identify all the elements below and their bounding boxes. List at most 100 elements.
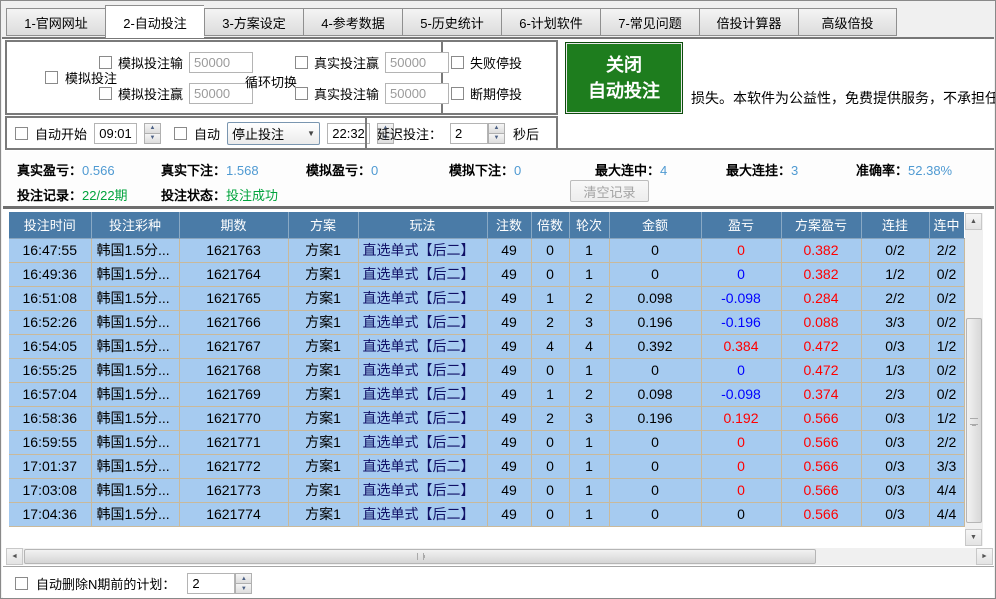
cell-streak_lose: 0/3 <box>861 430 929 454</box>
stop-action-select[interactable]: 停止投注 ▼ <box>227 122 320 145</box>
delay-input[interactable] <box>450 123 488 144</box>
cell-time: 16:47:55 <box>9 238 91 262</box>
checkbox-icon[interactable] <box>451 56 464 69</box>
tab-7[interactable]: 7-常见问题 <box>600 8 699 36</box>
column-header[interactable]: 注数 <box>487 212 531 238</box>
cell-multiple: 4 <box>531 334 569 358</box>
checkbox-icon[interactable] <box>15 127 28 140</box>
sim-lose-input[interactable] <box>189 52 253 73</box>
break-stop-row[interactable]: 断期停投 <box>451 81 522 106</box>
table-row[interactable]: 16:47:55韩国1.5分...1621763方案1直选单式【后二】49010… <box>9 238 964 262</box>
scroll-down-icon[interactable]: ▼ <box>965 529 982 546</box>
real-win-input[interactable] <box>385 52 449 73</box>
table-row[interactable]: 16:49:36韩国1.5分...1621764方案1直选单式【后二】49010… <box>9 262 964 286</box>
cell-plan_profit: 0.472 <box>781 358 861 382</box>
table-row[interactable]: 16:58:36韩国1.5分...1621770方案1直选单式【后二】49230… <box>9 406 964 430</box>
column-header[interactable]: 盈亏 <box>701 212 781 238</box>
cell-round: 3 <box>569 310 609 334</box>
cell-plan: 方案1 <box>288 406 358 430</box>
table-row[interactable]: 16:54:05韩国1.5分...1621767方案1直选单式【后二】49440… <box>9 334 964 358</box>
horizontal-scrollbar[interactable]: ◄ ► <box>6 548 993 565</box>
cell-lottery: 韩国1.5分... <box>91 310 179 334</box>
table-row[interactable]: 16:51:08韩国1.5分...1621765方案1直选单式【后二】49120… <box>9 286 964 310</box>
scroll-right-icon[interactable]: ► <box>976 548 993 565</box>
spinner-up-icon[interactable]: ▲ <box>144 123 161 134</box>
table-row[interactable]: 17:03:08韩国1.5分...1621773方案1直选单式【后二】49010… <box>9 478 964 502</box>
table-row[interactable]: 17:01:37韩国1.5分...1621772方案1直选单式【后二】49010… <box>9 454 964 478</box>
sim-win-input[interactable] <box>189 83 253 104</box>
checkbox-icon[interactable] <box>295 87 308 100</box>
tab-4[interactable]: 4-参考数据 <box>303 8 402 36</box>
real-lose-input[interactable] <box>385 83 449 104</box>
cell-period: 1621765 <box>179 286 288 310</box>
start-time-input[interactable] <box>94 123 137 144</box>
auto-delete-input[interactable] <box>187 573 235 594</box>
start-time-spinner[interactable]: ▲▼ <box>144 123 161 144</box>
tab-8[interactable]: 倍投计算器 <box>699 8 798 36</box>
column-header[interactable]: 玩法 <box>358 212 487 238</box>
horizontal-scroll-thumb[interactable] <box>24 549 816 564</box>
tab-5[interactable]: 5-历史统计 <box>402 8 501 36</box>
cell-bets: 49 <box>487 310 531 334</box>
scroll-up-icon[interactable]: ▲ <box>965 213 982 230</box>
disclaimer-text: 损失。本软件为公益性，免费提供服务，不承担任何资金问题 <box>691 88 996 108</box>
auto-delete-spinner[interactable]: ▲▼ <box>235 573 252 594</box>
table-row[interactable]: 17:04:36韩国1.5分...1621774方案1直选单式【后二】49010… <box>9 502 964 526</box>
checkbox-icon[interactable] <box>451 87 464 100</box>
cell-amount: 0.098 <box>609 382 701 406</box>
scroll-grip-icon <box>970 418 978 425</box>
sim-bet-value: 0 <box>514 163 521 178</box>
tab-3[interactable]: 3-方案设定 <box>204 8 303 36</box>
cell-streak_lose: 0/3 <box>861 454 929 478</box>
cell-multiple: 0 <box>531 454 569 478</box>
cell-play: 直选单式【后二】 <box>358 262 487 286</box>
close-auto-bet-button[interactable]: 关闭 自动投注 <box>565 42 683 114</box>
cell-bets: 49 <box>487 238 531 262</box>
checkbox-icon[interactable] <box>45 71 58 84</box>
fail-stop-row[interactable]: 失败停投 <box>451 50 522 75</box>
column-header[interactable]: 轮次 <box>569 212 609 238</box>
delay-spinner[interactable]: ▲▼ <box>488 123 505 144</box>
cell-streak_lose: 0/3 <box>861 502 929 526</box>
spinner-up-icon[interactable]: ▲ <box>235 573 252 584</box>
tab-6[interactable]: 6-计划软件 <box>501 8 600 36</box>
column-header[interactable]: 方案 <box>288 212 358 238</box>
spinner-down-icon[interactable]: ▼ <box>144 134 161 144</box>
scroll-left-icon[interactable]: ◄ <box>6 548 23 565</box>
cell-profit: 0 <box>701 454 781 478</box>
column-header[interactable]: 期数 <box>179 212 288 238</box>
cell-streak_lose: 0/3 <box>861 334 929 358</box>
vertical-scroll-thumb[interactable] <box>966 318 982 523</box>
real-limits-column: 真实投注赢 真实投注输 <box>295 50 449 112</box>
cell-plan_profit: 0.382 <box>781 262 861 286</box>
delay-zone: 延迟投注： ▲▼ 秒后 <box>377 118 539 148</box>
spinner-down-icon[interactable]: ▼ <box>488 134 505 144</box>
column-header[interactable]: 投注彩种 <box>91 212 179 238</box>
column-header[interactable]: 连中 <box>929 212 964 238</box>
checkbox-icon[interactable] <box>295 56 308 69</box>
tab-2[interactable]: 2-自动投注 <box>105 5 204 38</box>
column-header[interactable]: 连挂 <box>861 212 929 238</box>
vertical-scrollbar[interactable]: ▲ ▼ <box>965 213 983 546</box>
table-row[interactable]: 16:55:25韩国1.5分...1621768方案1直选单式【后二】49010… <box>9 358 964 382</box>
tab-9[interactable]: 高级倍投 <box>798 8 897 36</box>
checkbox-icon[interactable] <box>174 127 187 140</box>
tab-1[interactable]: 1-官网网址 <box>6 8 105 36</box>
stop-time-input[interactable] <box>327 123 370 144</box>
spinner-up-icon[interactable]: ▲ <box>488 123 505 134</box>
checkbox-icon[interactable] <box>99 87 112 100</box>
column-header[interactable]: 投注时间 <box>9 212 91 238</box>
table-row[interactable]: 16:59:55韩国1.5分...1621771方案1直选单式【后二】49010… <box>9 430 964 454</box>
checkbox-icon[interactable] <box>99 56 112 69</box>
cell-play: 直选单式【后二】 <box>358 358 487 382</box>
table-row[interactable]: 16:57:04韩国1.5分...1621769方案1直选单式【后二】49120… <box>9 382 964 406</box>
column-header[interactable]: 金额 <box>609 212 701 238</box>
checkbox-icon[interactable] <box>15 577 28 590</box>
cell-time: 17:03:08 <box>9 478 91 502</box>
table-row[interactable]: 16:52:26韩国1.5分...1621766方案1直选单式【后二】49230… <box>9 310 964 334</box>
column-header[interactable]: 倍数 <box>531 212 569 238</box>
clear-records-button[interactable]: 清空记录 <box>570 180 649 202</box>
state-value: 投注成功 <box>226 188 278 203</box>
column-header[interactable]: 方案盈亏 <box>781 212 861 238</box>
spinner-down-icon[interactable]: ▼ <box>235 584 252 594</box>
